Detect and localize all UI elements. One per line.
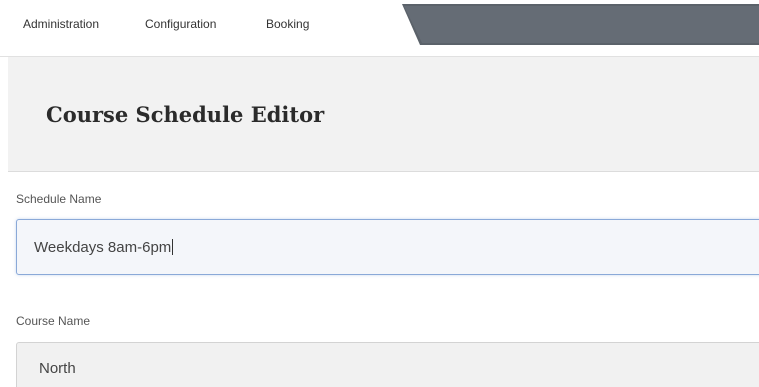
page-title: Course Schedule Editor (46, 102, 325, 127)
course-name-value: North (39, 360, 76, 377)
course-name-label: Course Name (16, 314, 91, 328)
text-caret (172, 239, 174, 255)
page: Administration Configuration Booking Cou… (0, 0, 759, 387)
schedule-name-label: Schedule Name (16, 192, 102, 206)
schedule-name-input[interactable]: Weekdays 8am-6pm (16, 219, 759, 275)
schedule-name-value: Weekdays 8am-6pm (34, 239, 172, 256)
top-navigation: Administration Configuration Booking (0, 0, 759, 57)
nav-banner (402, 4, 759, 45)
course-name-select[interactable]: North (16, 342, 759, 387)
page-header: Course Schedule Editor (8, 57, 759, 172)
